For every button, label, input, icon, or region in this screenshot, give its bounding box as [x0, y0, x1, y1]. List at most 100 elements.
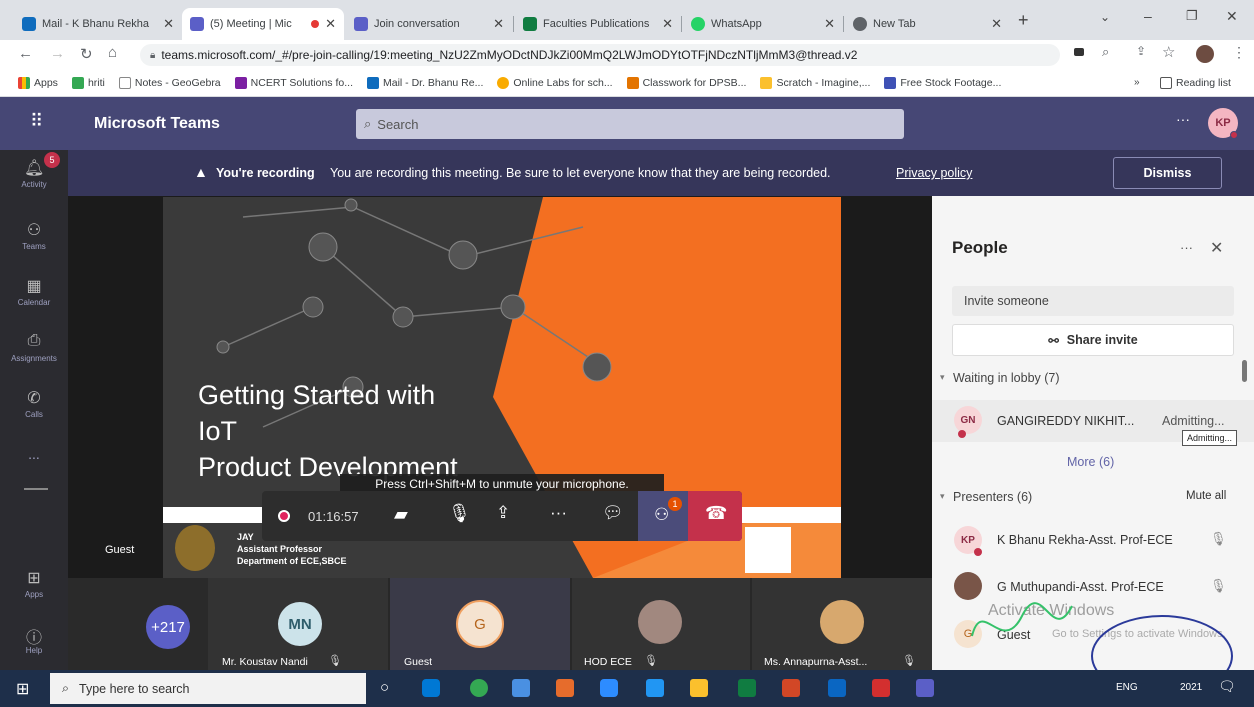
- browser-tab[interactable]: Join conversation ✕: [346, 8, 512, 40]
- bookmark-apps[interactable]: Apps: [18, 77, 58, 89]
- bookmark[interactable]: Classwork for DPSB...: [626, 77, 746, 89]
- windows-start-icon[interactable]: ⊞: [16, 679, 29, 699]
- close-tab-icon[interactable]: ✕: [662, 16, 673, 32]
- bookmark[interactable]: Online Labs for sch...: [497, 77, 613, 89]
- rail-apps[interactable]: ⊞ Apps: [0, 568, 68, 599]
- people-panel: People ··· ✕ Invite someone ⚯ Share invit…: [932, 196, 1254, 670]
- rail-calls[interactable]: ✆ Calls: [0, 388, 68, 419]
- menu-dots-icon[interactable]: ⋮: [1232, 44, 1246, 61]
- rail-divider: [24, 488, 48, 490]
- participant-photo: [638, 600, 682, 644]
- participant-tile[interactable]: HOD ECE 🎙︎: [572, 578, 750, 670]
- bookmark-star-icon[interactable]: ☆: [1162, 43, 1175, 61]
- close-tab-icon[interactable]: ✕: [991, 16, 1002, 32]
- chevron-down-icon[interactable]: ▾: [940, 372, 945, 383]
- taskbar-search[interactable]: ⌕ Type here to search: [50, 673, 366, 704]
- rail-assignments[interactable]: ⎙ Assignments: [0, 332, 68, 363]
- close-window-button[interactable]: ✕: [1226, 8, 1238, 25]
- participants-button[interactable]: ⚇ 1: [638, 491, 688, 541]
- participant-tile[interactable]: Ms. Annapurna-Asst... 🎙︎: [752, 578, 932, 670]
- search-input[interactable]: ⌕ Search: [356, 109, 904, 139]
- participant-photo: [820, 600, 864, 644]
- app-icon[interactable]: [512, 679, 530, 697]
- close-tab-icon[interactable]: ✕: [493, 16, 504, 32]
- rail-help[interactable]: ⓘ Help: [0, 624, 68, 655]
- close-tab-icon[interactable]: ✕: [325, 16, 336, 32]
- people-icon: ⚇: [654, 505, 670, 524]
- chrome-icon[interactable]: [470, 679, 488, 697]
- more-link[interactable]: More (6): [1067, 455, 1114, 469]
- new-tab-button[interactable]: +: [1018, 10, 1029, 31]
- browser-tab-active[interactable]: (5) Meeting | Mic ✕: [182, 8, 344, 40]
- restore-button[interactable]: ❐: [1186, 8, 1198, 24]
- close-tab-icon[interactable]: ✕: [163, 16, 174, 32]
- reading-list-button[interactable]: Reading list: [1160, 77, 1231, 89]
- browser-tab[interactable]: WhatsApp ✕: [683, 8, 843, 40]
- forward-icon[interactable]: →: [50, 45, 65, 62]
- privacy-policy-link[interactable]: Privacy policy: [896, 166, 972, 180]
- dismiss-button[interactable]: Dismiss: [1113, 157, 1222, 189]
- zoom-icon[interactable]: [600, 679, 618, 697]
- presenter-row[interactable]: KP K Bhanu Rekha-Asst. Prof-ECE 🎙︎: [932, 522, 1254, 562]
- file-explorer-icon[interactable]: [690, 679, 708, 697]
- participant-tile[interactable]: MN Mr. Koustav Nandi 🎙︎: [208, 578, 388, 670]
- url-field[interactable]: 🔒︎ teams.microsoft.com/_#/pre-join-callin…: [140, 44, 1060, 66]
- bookmark[interactable]: hriti: [71, 77, 105, 89]
- pdf-icon[interactable]: [872, 679, 890, 697]
- participant-tile[interactable]: G Guest: [390, 578, 570, 670]
- camera-icon[interactable]: [1074, 48, 1084, 56]
- close-tab-icon[interactable]: ✕: [824, 16, 835, 32]
- calendar-icon: ▦: [26, 278, 42, 295]
- rail-more[interactable]: ...: [0, 446, 68, 462]
- app-launcher-icon[interactable]: ⠿: [30, 111, 43, 132]
- mic-off-icon[interactable]: 🎙︎: [448, 503, 471, 524]
- task-view-icon[interactable]: ○: [380, 679, 389, 696]
- tab-search-icon[interactable]: ⌄: [1100, 10, 1110, 24]
- browser-tab[interactable]: Faculties Publications ✕: [515, 8, 681, 40]
- home-icon[interactable]: ⌂: [108, 44, 117, 61]
- reload-icon[interactable]: ↻: [80, 45, 93, 63]
- profile-avatar[interactable]: [1196, 45, 1214, 63]
- overflow-tile[interactable]: +217: [68, 578, 208, 670]
- bookmark[interactable]: Scratch - Imagine,...: [760, 77, 870, 89]
- share-icon[interactable]: ⇪: [1136, 44, 1146, 58]
- back-icon[interactable]: ←: [18, 45, 33, 62]
- share-invite-button[interactable]: ⚯ Share invite: [952, 324, 1234, 356]
- bookmark[interactable]: NCERT Solutions fo...: [234, 77, 353, 89]
- notifications-icon[interactable]: 🗨︎: [1218, 678, 1236, 695]
- more-actions-icon[interactable]: ···: [550, 503, 567, 523]
- admitting-tooltip: Admitting...: [1182, 430, 1238, 446]
- bookmark[interactable]: Notes - GeoGebra: [118, 77, 221, 89]
- minimize-button[interactable]: –: [1144, 8, 1152, 24]
- browser-tab[interactable]: Mail - K Bhanu Rekha ✕: [14, 8, 182, 40]
- lobby-header[interactable]: Waiting in lobby (7): [953, 371, 1060, 385]
- presenters-header[interactable]: Presenters (6): [953, 490, 1032, 504]
- invite-input[interactable]: Invite someone: [952, 286, 1234, 316]
- zoom-icon[interactable]: ⌕: [1102, 44, 1109, 60]
- hang-up-button[interactable]: ☎: [688, 491, 742, 541]
- more-bookmarks-icon[interactable]: »: [1134, 77, 1140, 88]
- teams-icon[interactable]: [916, 679, 934, 697]
- chevron-down-icon[interactable]: ▾: [940, 491, 945, 502]
- camera-off-icon[interactable]: ▰: [394, 504, 408, 525]
- mute-all-button[interactable]: Mute all: [1186, 490, 1226, 502]
- app-icon[interactable]: [828, 679, 846, 697]
- matlab-icon[interactable]: [556, 679, 574, 697]
- app-icon[interactable]: [646, 679, 664, 697]
- call-controls-bar: 01:16:57 ▰ 🎙︎ ⇪ ··· 💬︎ ⚇ 1 ☎: [262, 491, 742, 541]
- share-screen-icon[interactable]: ⇪: [496, 503, 510, 523]
- bookmark[interactable]: Free Stock Footage...: [884, 77, 1001, 89]
- rail-calendar[interactable]: ▦ Calendar: [0, 276, 68, 307]
- powerpoint-icon[interactable]: [782, 679, 800, 697]
- chat-icon[interactable]: 💬︎: [602, 503, 624, 523]
- more-options-icon[interactable]: ···: [1176, 111, 1190, 127]
- scrollbar[interactable]: [1242, 360, 1247, 382]
- excel-icon[interactable]: [738, 679, 756, 697]
- bookmark[interactable]: Mail - Dr. Bhanu Re...: [366, 77, 483, 89]
- browser-tab[interactable]: New Tab ✕: [845, 8, 1010, 40]
- panel-more-icon[interactable]: ···: [1180, 240, 1193, 255]
- close-icon[interactable]: ✕: [1210, 238, 1223, 258]
- app-icon[interactable]: [422, 679, 440, 697]
- mic-off-icon: 🎙︎: [644, 655, 658, 667]
- rail-teams[interactable]: ⚇ Teams: [0, 220, 68, 251]
